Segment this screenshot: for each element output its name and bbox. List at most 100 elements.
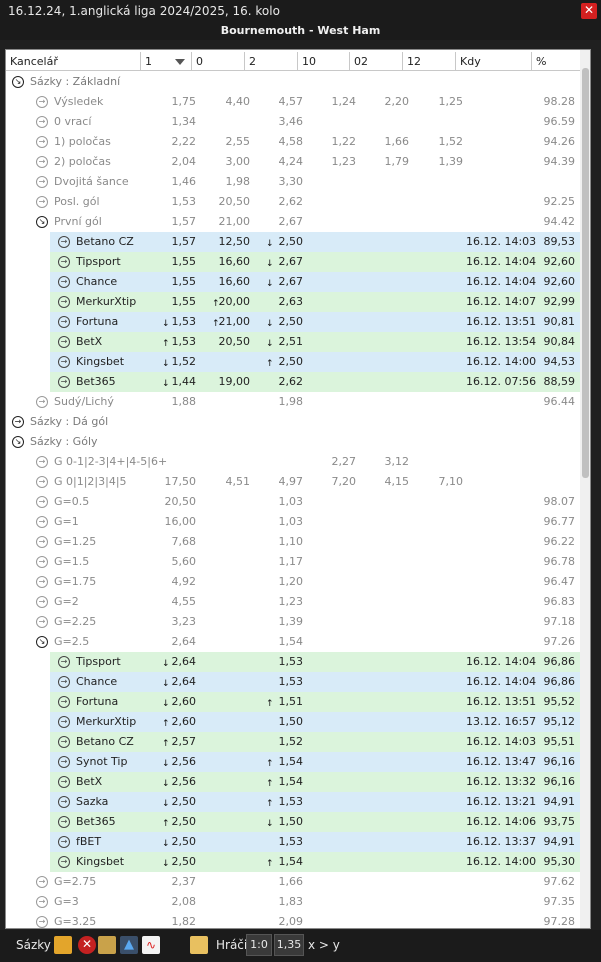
odds-cell[interactable]: 2,64 [146,672,197,692]
col-10[interactable]: 10 [298,52,350,71]
expand-icon[interactable]: → [58,816,70,828]
expand-icon[interactable]: → [36,596,48,608]
odds-cell[interactable]: 1,55 [146,252,197,272]
odds-cell[interactable]: 1,52 [146,352,197,372]
odds-button[interactable]: 1,35 [274,934,304,956]
market-row[interactable]: → G=2.75 2,37 1,66 97.62 [6,872,580,892]
odds-cell[interactable]: 4,92 [146,572,197,592]
odds-cell[interactable]: 1,88 [146,392,197,412]
expand-icon[interactable]: → [58,756,70,768]
odds-cell[interactable]: 2,50 [146,852,197,872]
market-row[interactable]: → G=3 2,08 1,83 97.35 [6,892,580,912]
expand-icon[interactable]: → [36,96,48,108]
odds-cell[interactable]: 1,53 [146,332,197,352]
col-pct[interactable]: % [532,52,580,71]
market-row[interactable]: → Dvojitá šance 1,46 1,98 3,30 [6,172,580,192]
bookmaker-row[interactable]: → Kingsbet ↓ 2,50 ↑ 1,54 16.12. 14:00 95,30 [50,852,580,872]
odds-cell[interactable]: 1,57 [146,232,197,252]
chart-icon[interactable]: ∿ [142,936,160,954]
market-row[interactable]: → G=1.5 5,60 1,17 96.78 [6,552,580,572]
odds-cell[interactable]: 1,53 [250,792,304,812]
odds-cell[interactable]: 4,40 [196,92,251,112]
odds-cell[interactable]: 1,46 [146,172,197,192]
odds-cell[interactable]: 2,56 [146,772,197,792]
odds-cell[interactable]: 2,09 [250,912,304,928]
expand-icon[interactable]: → [36,516,48,528]
collapse-icon[interactable]: ↘ [12,76,24,88]
odds-cell[interactable]: 1,54 [250,632,304,652]
odds-cell[interactable]: 3,30 [250,172,304,192]
col-when[interactable]: Kdy [456,52,532,71]
expand-icon[interactable]: → [36,196,48,208]
bookmaker-row[interactable]: → MerkurXtip ↑ 2,60 1,50 13.12. 16:57 95,12 [50,712,580,732]
market-row[interactable]: ↘ První gól 1,57 21,00 2,67 94.42 [6,212,580,232]
odds-cell[interactable]: 1,52 [250,732,304,752]
col-bookmaker[interactable]: Kancelář [6,52,141,71]
bookmaker-row[interactable]: → Bet365 ↓ 1,44 19,00 2,62 16.12. 07:56 88,59 [50,372,580,392]
expand-icon[interactable]: → [58,356,70,368]
odds-cell[interactable]: 1,17 [250,552,304,572]
odds-cell[interactable]: 2,50 [146,832,197,852]
group-row[interactable]: → Sázky : Dá gól [6,412,580,432]
odds-cell[interactable]: 1,53 [146,192,197,212]
odds-cell[interactable]: 16,60 [196,272,251,292]
odds-cell[interactable]: 3,23 [146,612,197,632]
expand-icon[interactable]: → [58,296,70,308]
odds-cell[interactable]: 1,79 [356,152,410,172]
odds-cell[interactable]: 1,39 [250,612,304,632]
expand-icon[interactable]: → [58,736,70,748]
odds-cell[interactable]: 1,51 [250,692,304,712]
odds-cell[interactable]: 21,00 [196,212,251,232]
odds-cell[interactable]: 1,75 [146,92,197,112]
odds-cell[interactable]: 1,98 [250,392,304,412]
expand-icon[interactable]: → [58,276,70,288]
odds-cell[interactable]: 16,60 [196,252,251,272]
group-row[interactable]: ↘ Sázky : Góly [6,432,580,452]
market-row[interactable]: → G 0|1|2|3|4|5 17,50 4,51 4,97 7,20 4,15 7,10 [6,472,580,492]
odds-cell[interactable]: 2,51 [250,332,304,352]
odds-cell[interactable]: 4,57 [250,92,304,112]
expand-icon[interactable]: → [58,716,70,728]
bookmaker-row[interactable]: → Kingsbet ↓ 1,52 ↑ 2,50 16.12. 14:00 94,53 [50,352,580,372]
group-row[interactable]: ↘ Sázky : Základní [6,72,580,92]
odds-cell[interactable]: 1,83 [250,892,304,912]
odds-cell[interactable]: 1,98 [196,172,251,192]
odds-cell[interactable]: 20,50 [196,192,251,212]
odds-cell[interactable]: 2,64 [146,632,197,652]
odds-cell[interactable]: 2,50 [250,232,304,252]
bookmaker-row[interactable]: → Betano CZ ↑ 2,57 1,52 16.12. 14:03 95,51 [50,732,580,752]
odds-cell[interactable]: 5,60 [146,552,197,572]
odds-cell[interactable]: 4,15 [356,472,410,492]
expand-icon[interactable]: → [58,856,70,868]
collapse-icon[interactable]: ↘ [36,216,48,228]
bookmaker-row[interactable]: → Bet365 ↑ 2,50 ↓ 1,50 16.12. 14:06 93,75 [50,812,580,832]
odds-cell[interactable]: 2,60 [146,712,197,732]
expand-icon[interactable]: → [58,336,70,348]
odds-cell[interactable]: 2,63 [250,292,304,312]
odds-cell[interactable]: 1,53 [250,672,304,692]
odds-cell[interactable]: 20,00 [196,292,251,312]
odds-cell[interactable]: 2,62 [250,192,304,212]
score-button[interactable]: 1:0 [246,934,272,956]
odds-cell[interactable]: 2,22 [146,132,197,152]
odds-cell[interactable]: 1,53 [250,652,304,672]
expand-icon[interactable]: → [58,376,70,388]
odds-cell[interactable]: 1,54 [250,852,304,872]
odds-cell[interactable]: 7,10 [409,472,464,492]
odds-cell[interactable]: 1,54 [250,752,304,772]
odds-cell[interactable]: 1,53 [146,312,197,332]
odds-cell[interactable]: 1,25 [409,92,464,112]
odds-cell[interactable]: 12,50 [196,232,251,252]
expand-icon[interactable]: → [58,696,70,708]
odds-cell[interactable]: 1,50 [250,812,304,832]
market-row[interactable]: → Sudý/Lichý 1,88 1,98 96.44 [6,392,580,412]
bookmaker-row[interactable]: → Synot Tip ↓ 2,56 ↑ 1,54 16.12. 13:47 96,16 [50,752,580,772]
market-row[interactable]: → Posl. gól 1,53 20,50 2,62 92.25 [28,192,580,212]
odds-cell[interactable]: 4,58 [250,132,304,152]
market-row[interactable]: → Výsledek 1,75 4,40 4,57 1,24 2,20 1,25 98.28 [6,92,580,112]
expand-icon[interactable]: → [58,316,70,328]
expand-icon[interactable]: → [58,656,70,668]
delete-icon[interactable]: ✕ [78,936,96,954]
expand-icon[interactable]: → [58,676,70,688]
odds-cell[interactable]: 2,50 [146,812,197,832]
